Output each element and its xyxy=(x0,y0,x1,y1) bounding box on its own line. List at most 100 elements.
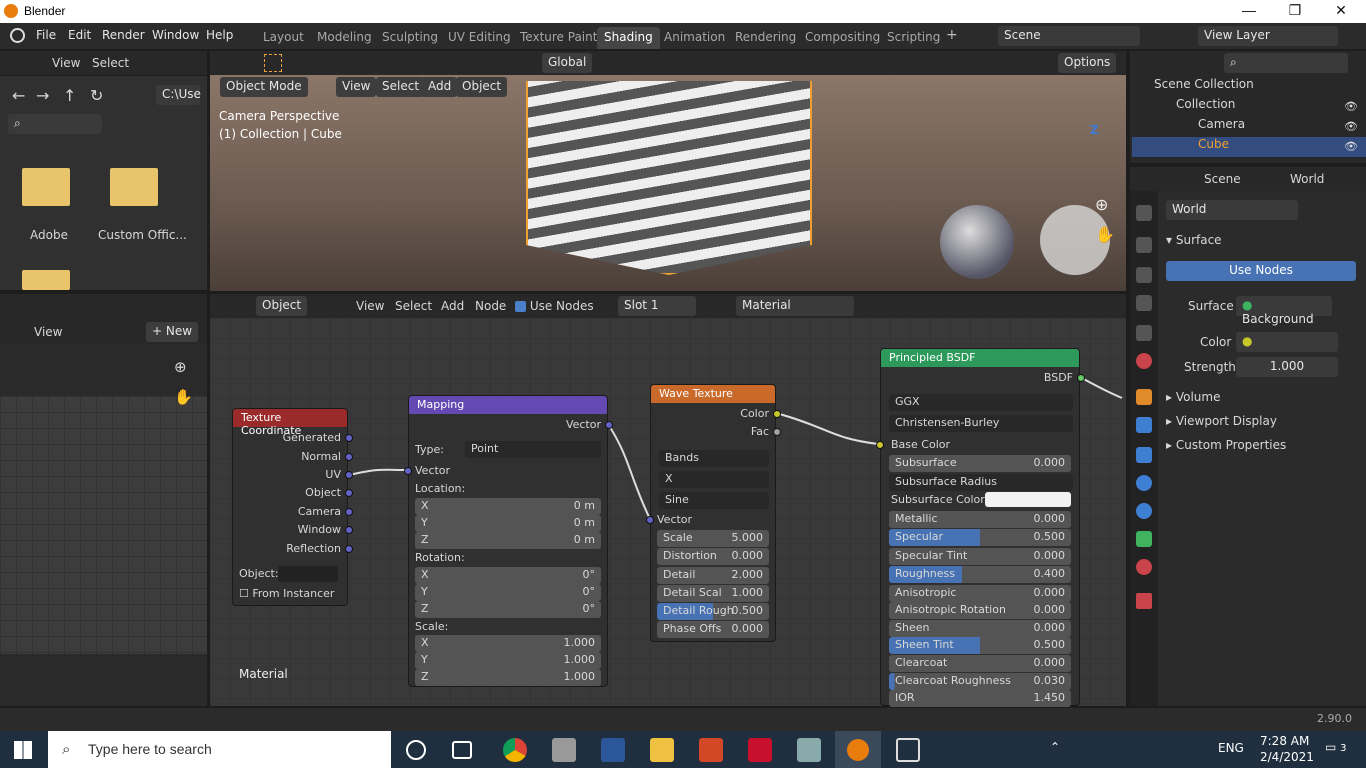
refresh-icon[interactable]: ↻ xyxy=(90,86,103,105)
render-icon[interactable] xyxy=(1136,237,1152,253)
word-icon[interactable] xyxy=(601,738,625,762)
folder-icon[interactable] xyxy=(22,168,70,206)
modifier-icon[interactable] xyxy=(1136,417,1152,433)
language-indicator[interactable]: ENG xyxy=(1218,741,1244,755)
anisotropic-field[interactable]: Anisotropic 0.000 xyxy=(889,585,1071,602)
ie-menu-view[interactable]: View xyxy=(34,325,62,339)
socket[interactable] xyxy=(345,471,353,479)
texture-coordinate-node[interactable]: Texture Coordinate Generated Normal UV O… xyxy=(232,408,353,606)
tab-layout[interactable]: Layout xyxy=(256,27,311,49)
select-box-icon[interactable] xyxy=(264,54,282,72)
photos-icon[interactable] xyxy=(797,738,821,762)
properties-tab-world[interactable]: World xyxy=(1290,172,1324,186)
tab-modeling[interactable]: Modeling xyxy=(310,27,379,49)
anisotropic-rotation-field[interactable]: Anisotropic Rotation 0.000 xyxy=(889,602,1071,619)
location-z[interactable]: Z0 m xyxy=(415,532,601,549)
mendeley-icon[interactable] xyxy=(748,738,772,762)
sheen-tint-field[interactable]: Sheen Tint 0.500 xyxy=(889,637,1071,654)
ne-menu-add[interactable]: Add xyxy=(441,299,464,313)
distribution-dropdown[interactable]: GGX xyxy=(889,394,1073,411)
ne-menu-node[interactable]: Node xyxy=(475,299,506,313)
node-canvas[interactable]: Texture Coordinate Generated Normal UV O… xyxy=(210,318,1126,707)
socket[interactable] xyxy=(404,467,412,475)
view-layer-icon[interactable] xyxy=(1136,295,1152,311)
folder-icon[interactable] xyxy=(22,270,70,290)
hand-icon[interactable]: ✋ xyxy=(174,388,193,406)
socket[interactable] xyxy=(345,508,353,516)
material-icon[interactable] xyxy=(1136,559,1152,575)
socket[interactable] xyxy=(876,441,884,449)
outliner-scene-collection[interactable]: Scene Collection xyxy=(1132,77,1366,97)
specular-tint-field[interactable]: Specular Tint 0.000 xyxy=(889,548,1071,565)
folder-label-custom[interactable]: Custom Offic... xyxy=(98,228,187,242)
socket[interactable] xyxy=(605,421,613,429)
outliner-camera[interactable]: Camera 👁 xyxy=(1132,117,1366,137)
eye-icon[interactable]: 👁 xyxy=(1344,100,1358,113)
forward-icon[interactable]: → xyxy=(36,86,49,105)
menu-file[interactable]: File xyxy=(36,28,56,42)
viewport-display-section-header[interactable]: ▸ Viewport Display xyxy=(1166,414,1277,428)
metallic-field[interactable]: Metallic 0.000 xyxy=(889,511,1071,528)
world-icon[interactable] xyxy=(1136,353,1152,369)
menu-edit[interactable]: Edit xyxy=(68,28,91,42)
specular-field[interactable]: Specular 0.500 xyxy=(889,529,1071,546)
windows-start-icon[interactable] xyxy=(14,741,32,759)
options-dropdown[interactable]: Options xyxy=(1058,53,1117,73)
mode-dropdown[interactable]: Object Mode xyxy=(220,77,308,97)
notification-icon[interactable]: ▭ 3 xyxy=(1325,740,1347,754)
task-view-icon[interactable] xyxy=(452,741,472,759)
outliner-cube[interactable]: Cube 👁 xyxy=(1132,137,1366,157)
constraints-icon[interactable] xyxy=(1136,503,1152,519)
outliner-search-input[interactable]: ⌕ xyxy=(1224,53,1348,73)
subsurface-method-dropdown[interactable]: Christensen-Burley xyxy=(889,415,1073,432)
rotation-x[interactable]: X 0° xyxy=(415,567,601,584)
ne-menu-view[interactable]: View xyxy=(356,299,384,313)
chevron-up-icon[interactable]: ⌃ xyxy=(1050,740,1060,754)
close-button[interactable]: ✕ xyxy=(1318,2,1364,22)
wave-type-dropdown[interactable]: Bands xyxy=(659,450,769,467)
wave-detail[interactable]: Detail 2.000 xyxy=(657,567,769,584)
outliner-collection[interactable]: Collection 👁 xyxy=(1132,97,1366,117)
folder-icon[interactable] xyxy=(110,168,158,206)
material-field[interactable]: Material xyxy=(736,296,854,316)
socket[interactable] xyxy=(646,516,654,524)
color-field[interactable]: ● xyxy=(1236,332,1338,352)
tab-uv-editing[interactable]: UV Editing xyxy=(441,27,518,49)
socket[interactable] xyxy=(773,410,781,418)
3d-viewer-icon[interactable] xyxy=(896,738,920,762)
from-instancer-checkbox[interactable]: ☐ From Instancer xyxy=(239,587,341,603)
fb-menu-view[interactable]: View xyxy=(52,56,80,70)
use-nodes-checkbox[interactable]: Use Nodes xyxy=(515,299,594,313)
scene-field[interactable]: Scene xyxy=(998,26,1140,46)
tab-shading[interactable]: Shading xyxy=(597,27,660,49)
texture-icon[interactable] xyxy=(1136,593,1152,609)
physics-icon[interactable] xyxy=(1136,475,1152,491)
object-icon[interactable] xyxy=(1136,389,1152,405)
object-picker-field[interactable] xyxy=(278,566,338,582)
wave-distortion[interactable]: Distortion 0.000 xyxy=(657,548,769,565)
clock-date[interactable]: 2/4/2021 xyxy=(1260,750,1314,764)
socket[interactable] xyxy=(345,453,353,461)
roughness-field[interactable]: Roughness 0.400 xyxy=(889,566,1071,583)
object-type-dropdown[interactable]: Object xyxy=(256,296,308,316)
scale-x[interactable]: X 1.000 xyxy=(415,635,601,652)
tab-sculpting[interactable]: Sculpting xyxy=(375,27,445,49)
location-y[interactable]: Y0 m xyxy=(415,515,601,532)
chrome-icon[interactable] xyxy=(503,738,527,762)
ior-field[interactable]: IOR 1.450 xyxy=(889,690,1071,707)
surface-section-header[interactable]: ▾ Surface xyxy=(1166,233,1222,247)
scale-y[interactable]: Y 1.000 xyxy=(415,652,601,669)
socket[interactable] xyxy=(345,434,353,442)
profile-dropdown[interactable]: Sine xyxy=(659,492,769,509)
image-editor-canvas[interactable]: ⊕ ✋ xyxy=(0,344,207,706)
wave-scale[interactable]: Scale 5.000 xyxy=(657,530,769,547)
scale-z[interactable]: Z 1.000 xyxy=(415,669,601,686)
socket[interactable] xyxy=(345,489,353,497)
subsurface-radius-dropdown[interactable]: Subsurface Radius xyxy=(889,474,1073,491)
socket[interactable] xyxy=(773,428,781,436)
sheen-field[interactable]: Sheen 0.000 xyxy=(889,620,1071,637)
blender-taskbar-button[interactable] xyxy=(835,731,881,768)
view-layer-field[interactable]: View Layer xyxy=(1198,26,1338,46)
zoom-icon[interactable]: ⊕ xyxy=(1095,195,1108,214)
tab-compositing[interactable]: Compositing xyxy=(798,27,887,49)
